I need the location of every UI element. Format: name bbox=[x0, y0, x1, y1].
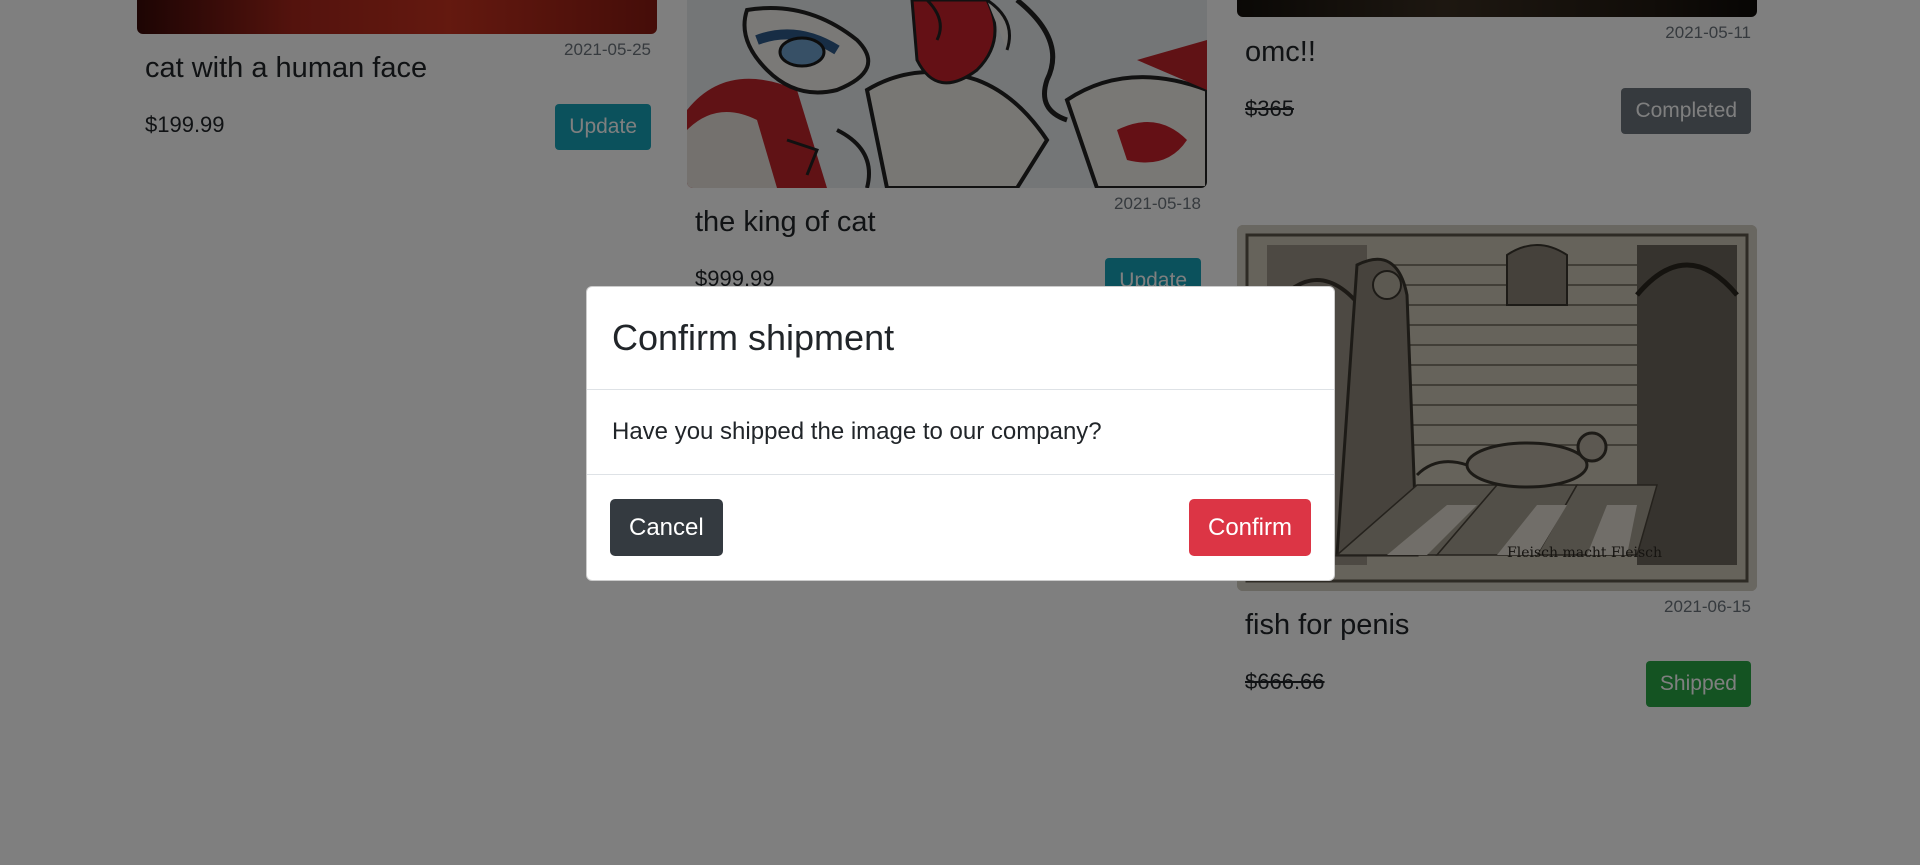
modal-title: Confirm shipment bbox=[612, 317, 895, 358]
modal-body: Have you shipped the image to our compan… bbox=[587, 390, 1334, 475]
confirm-shipment-modal: Confirm shipment Have you shipped the im… bbox=[586, 286, 1335, 581]
modal-message: Have you shipped the image to our compan… bbox=[612, 418, 1102, 445]
cancel-button[interactable]: Cancel bbox=[610, 499, 723, 556]
modal-header: Confirm shipment bbox=[587, 287, 1334, 390]
confirm-button[interactable]: Confirm bbox=[1188, 499, 1311, 556]
modal-footer: Cancel Confirm bbox=[587, 475, 1334, 580]
